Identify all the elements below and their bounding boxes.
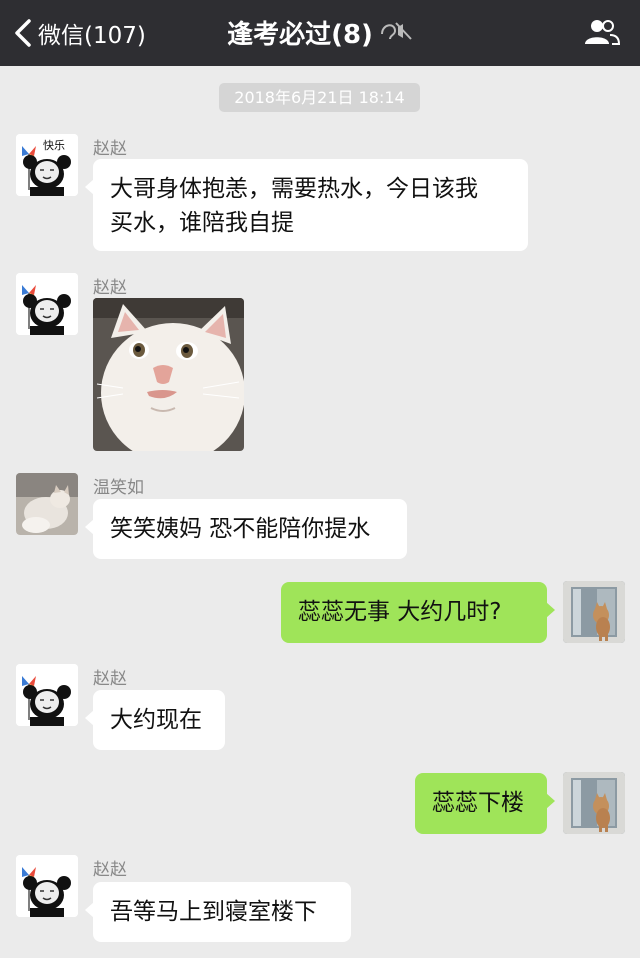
- sender-name: 赵赵: [93, 860, 127, 880]
- avatar-sticker-text: 快乐: [43, 139, 65, 152]
- avatar-zhaozhao[interactable]: [16, 855, 78, 917]
- avatar-wenxiaoru[interactable]: [16, 473, 78, 535]
- message-line: 蕊蕊无事 大约几时?: [298, 599, 502, 625]
- chat-title-wrap: 逢考必过(8): [0, 14, 640, 51]
- self-message-bubble[interactable]: 蕊蕊无事 大约几时?: [281, 582, 555, 643]
- message-line: 蕊蕊下楼: [432, 790, 524, 816]
- self-message-bubble[interactable]: 蕊蕊下楼: [415, 773, 555, 834]
- cat-face-image: [93, 298, 244, 451]
- mute-icon: [379, 18, 413, 48]
- sender-name: 赵赵: [93, 278, 127, 298]
- message-bubble[interactable]: 吾等马上到寝室楼下: [85, 882, 351, 942]
- group-members-button[interactable]: [584, 18, 621, 50]
- timestamp-pill: 2018年6月21日 18:14: [219, 83, 420, 112]
- group-icon: [585, 20, 621, 45]
- image-message-cat[interactable]: [93, 298, 244, 451]
- avatar-self[interactable]: [563, 772, 625, 834]
- chat-title: 逢考必过(8): [227, 20, 373, 50]
- sender-name: 赵赵: [93, 139, 127, 159]
- message-line: 笑笑姨妈 恐不能陪你提水: [110, 516, 371, 542]
- message-bubble[interactable]: 大约现在: [85, 690, 225, 750]
- sender-name: 温笑如: [93, 478, 144, 498]
- message-line: 买水，谁陪我自提: [110, 210, 294, 236]
- message-line: 吾等马上到寝室楼下: [110, 899, 317, 925]
- nav-bar: 微信(107) 逢考必过(8): [0, 0, 640, 66]
- sender-name: 赵赵: [93, 669, 127, 689]
- message-line: 大哥身体抱恙，需要热水，今日该我: [110, 176, 478, 202]
- avatar-zhaozhao[interactable]: 快乐: [16, 134, 78, 196]
- message-bubble[interactable]: 大哥身体抱恙，需要热水，今日该我 买水，谁陪我自提: [85, 159, 528, 251]
- message-line: 大约现在: [110, 707, 202, 733]
- avatar-self[interactable]: [563, 581, 625, 643]
- avatar-zhaozhao[interactable]: [16, 273, 78, 335]
- message-bubble[interactable]: 笑笑姨妈 恐不能陪你提水: [85, 499, 407, 559]
- avatar-zhaozhao[interactable]: [16, 664, 78, 726]
